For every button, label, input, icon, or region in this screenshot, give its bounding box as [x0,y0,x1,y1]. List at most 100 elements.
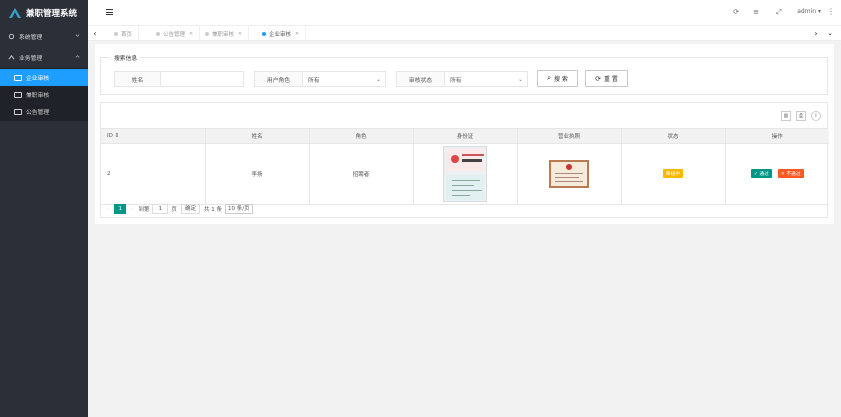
column-header-id[interactable]: ID ⇕ [101,129,206,144]
chevron-down-icon: ⌄ [375,76,381,83]
search-legend: 搜索信息 [111,53,141,62]
pager-next[interactable]: › [131,206,133,212]
role-label: 用户角色 [254,71,303,87]
pager-goto-suffix: 页 [171,206,177,213]
menu-group-label: 业务管理 [19,56,43,62]
search-icon: ⌕ [547,74,551,82]
id-card-image[interactable] [443,145,487,202]
tabs-menu-icon[interactable]: ⌄ [825,26,835,41]
caret-down-icon: ▾ [817,8,821,15]
column-header-role: 角色 [309,129,414,144]
top-header: ⟳ ≡ ⤢ admin ▾ ⋮ [88,0,841,26]
info-icon[interactable]: i [811,111,821,121]
refresh-icon[interactable]: ⟳ [732,8,740,16]
sidebar: 兼职管理系统 系统管理 业务管理 企业审核 兼职审核 公告管理 [0,0,88,417]
role-select[interactable]: 所有 ⌄ [302,71,386,87]
logo-icon [9,8,21,18]
approve-button[interactable]: ✓ 通过 [750,169,772,178]
tab-label: 企业审核 [269,31,292,38]
sidebar-item-label: 兼职审核 [26,93,50,99]
status-select-value: 所有 [450,77,462,84]
tab-dot [156,31,160,36]
review-table: ID ⇕ 姓名 角色 身份证 营业执照 状态 操作 2 李扬 招聘者 审核中 ✓… [101,129,829,205]
pager-confirm-button[interactable]: 确定 [180,203,200,214]
close-icon[interactable]: ✕ [238,31,242,37]
sidebar-item-label: 企业审核 [26,76,50,82]
list-icon [14,91,22,98]
refresh-icon: ⟳ [595,74,601,83]
tab-notice[interactable]: 公告管理 ✕ [150,26,201,41]
chevron-up-icon [75,55,80,58]
tab-label: 首页 [121,31,133,38]
pager-goto-prefix: 到第 [138,206,150,213]
search-button[interactable]: ⌕ 搜 索 [537,70,578,87]
table-header-row: ID ⇕ 姓名 角色 身份证 营业执照 状态 操作 [101,129,829,144]
tab-dot [205,31,209,36]
cell-id-card [413,143,518,205]
sidebar-item-label: 公告管理 [26,110,50,116]
cell-id: 2 [101,143,206,205]
column-header-id-card: 身份证 [413,129,518,144]
pager-total: 共 1 条 [203,206,222,213]
submenu-business: 企业审核 兼职审核 公告管理 [0,68,88,121]
menu-group-business[interactable]: 业务管理 [0,47,88,68]
id-card-icon [14,74,22,81]
tab-label: 公告管理 [163,31,186,38]
notice-icon [14,108,22,115]
column-header-name: 姓名 [205,129,310,144]
search-panel: 搜索信息 姓名 用户角色 所有 ⌄ 审核状态 所有 ⌄ ⌕ 搜 索 ⟳ 重 置 [100,53,828,95]
app-logo[interactable]: 兼职管理系统 [0,0,88,26]
print-icon[interactable]: ⎙ [796,111,806,121]
tab-dot [114,31,118,36]
pager-goto-input[interactable]: 1 [152,203,169,214]
cell-actions: ✓ 通过 ✕ 不通过 [725,143,829,205]
notes-icon[interactable]: ≡ [752,8,760,16]
search-button-label: 搜 索 [554,76,568,83]
column-header-actions: 操作 [725,129,829,144]
pager-prev[interactable]: ‹ [107,206,109,212]
sidebar-item-job-review[interactable]: 兼职审核 [0,86,88,103]
tabs-prev-icon[interactable]: ‹ [88,26,102,41]
cell-status: 审核中 [621,143,726,205]
business-license-image[interactable] [549,159,589,188]
tab-dot [262,31,266,36]
status-badge: 审核中 [662,169,684,178]
status-select[interactable]: 所有 ⌄ [444,71,528,87]
user-name: admin [797,8,817,15]
columns-filter-icon[interactable]: ▥ [781,111,791,121]
fullscreen-icon[interactable]: ⤢ [775,8,783,16]
name-input[interactable] [160,71,244,87]
tab-company-review[interactable]: 企业审核 ✕ [256,26,307,41]
cell-license [517,143,622,205]
pager-current-page[interactable]: 1 [114,203,127,214]
sidebar-item-company-review[interactable]: 企业审核 [0,69,88,86]
pagination: ‹ 1 › 到第 1 页 确定 共 1 条 10 条/页 [101,200,827,217]
table-row: 2 李扬 招聘者 审核中 ✓ 通过 ✕ 不通过 [101,143,829,205]
chevron-down-icon [75,34,80,37]
name-label: 姓名 [114,71,161,87]
tab-job-review[interactable]: 兼职审核 ✕ [199,26,250,41]
table-toolbar: ▥ ⎙ i [101,103,827,129]
more-vertical-icon[interactable]: ⋮ [827,7,835,16]
column-header-status: 状态 [621,129,726,144]
user-menu[interactable]: admin ▾ [797,8,821,15]
role-select-value: 所有 [308,77,320,84]
pager-size-select[interactable]: 10 条/页 [224,203,253,214]
close-icon[interactable]: ✕ [295,31,299,37]
tab-label: 兼职审核 [212,31,235,38]
briefcase-icon [8,55,15,60]
close-icon[interactable]: ✕ [189,31,193,37]
menu-toggle-icon[interactable] [106,9,113,15]
menu-group-label: 系统管理 [19,35,43,41]
tab-home[interactable]: 首页 [108,26,140,41]
cell-role: 招聘者 [309,143,414,205]
reset-button-label: 重 置 [603,76,618,83]
tabs-next-icon[interactable]: › [809,26,823,41]
column-header-license: 营业执照 [517,129,622,144]
menu-group-system[interactable]: 系统管理 [0,26,88,47]
cell-name: 李扬 [205,143,310,205]
sidebar-item-notice[interactable]: 公告管理 [0,103,88,120]
app-title: 兼职管理系统 [26,9,78,19]
reset-button[interactable]: ⟳ 重 置 [585,70,628,87]
reject-button[interactable]: ✕ 不通过 [777,169,804,178]
